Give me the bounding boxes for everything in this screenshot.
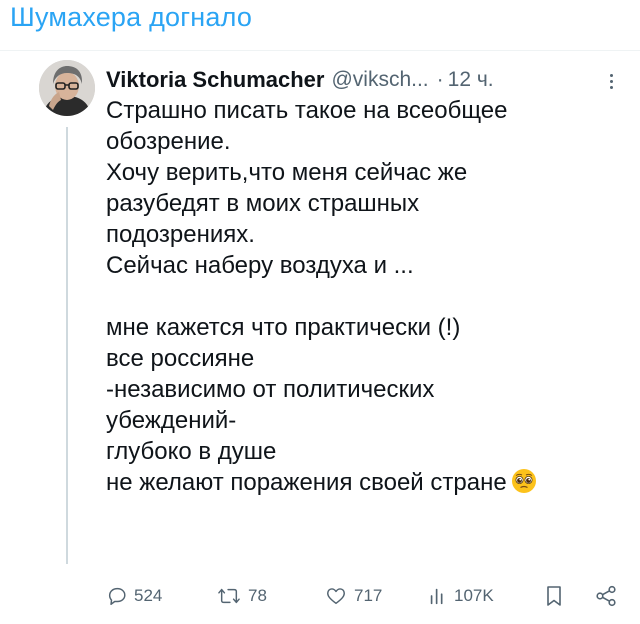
views-button[interactable]: 107K bbox=[428, 581, 494, 611]
author-handle[interactable]: @viksch... bbox=[331, 68, 428, 92]
heart-icon bbox=[327, 588, 345, 605]
tweet-line: Сейчас наберу воздуха и ... bbox=[106, 252, 414, 279]
like-count: 717 bbox=[354, 586, 383, 605]
avatar[interactable] bbox=[39, 60, 95, 116]
tweet-line: убеждений- bbox=[106, 407, 237, 434]
bookmark-button[interactable] bbox=[544, 581, 564, 611]
reply-icon bbox=[108, 587, 126, 605]
tweet-line: подозрениях. bbox=[106, 221, 255, 248]
tweet-line-text: не желают поражения своей стране bbox=[106, 469, 507, 496]
share-icon bbox=[596, 585, 616, 607]
tweet-actions: 524 78 717 107K bbox=[106, 581, 626, 611]
post-caption: Шумахера догнало bbox=[10, 2, 253, 32]
tweet-line: разубедят в моих страшных bbox=[106, 190, 420, 217]
views-count: 107K bbox=[454, 586, 494, 605]
tweet-line: мне кажется что практически (!) bbox=[106, 314, 461, 341]
tweet-line: Хочу верить,что меня сейчас же bbox=[106, 159, 468, 186]
timestamp[interactable]: 12 ч. bbox=[448, 68, 494, 92]
views-icon bbox=[430, 588, 443, 605]
reply-button[interactable]: 524 bbox=[106, 581, 162, 611]
tweet-line: Страшно писать такое на всеобщее bbox=[106, 97, 508, 124]
tweet-header: Viktoria Schumacher @viksch... · 12 ч. bbox=[106, 65, 626, 95]
tweet-line-last: не желают поражения своей стране bbox=[106, 467, 626, 498]
repost-count: 78 bbox=[248, 586, 267, 605]
tweet-line: обозрение. bbox=[106, 128, 231, 155]
author-name[interactable]: Viktoria Schumacher bbox=[106, 67, 324, 93]
reply-count: 524 bbox=[134, 586, 163, 605]
pleading-face-emoji bbox=[511, 469, 536, 493]
like-button[interactable]: 717 bbox=[324, 581, 382, 611]
repost-button[interactable]: 78 bbox=[216, 581, 267, 611]
tweet-line: глубоко в душе bbox=[106, 438, 277, 465]
tweet-text: Страшно писать такое на всеобщее обозрен… bbox=[106, 95, 626, 498]
tweet-line: -независимо от политических bbox=[106, 376, 435, 403]
thread-line bbox=[66, 127, 68, 564]
more-icon[interactable] bbox=[602, 69, 620, 93]
share-button[interactable] bbox=[594, 581, 618, 611]
repost-icon bbox=[218, 588, 240, 604]
separator-dot: · bbox=[436, 68, 444, 91]
tweet-card[interactable]: Viktoria Schumacher @viksch... · 12 ч. С… bbox=[0, 50, 640, 624]
bookmark-icon bbox=[547, 586, 561, 606]
tweet-line: все россияне bbox=[106, 345, 255, 372]
